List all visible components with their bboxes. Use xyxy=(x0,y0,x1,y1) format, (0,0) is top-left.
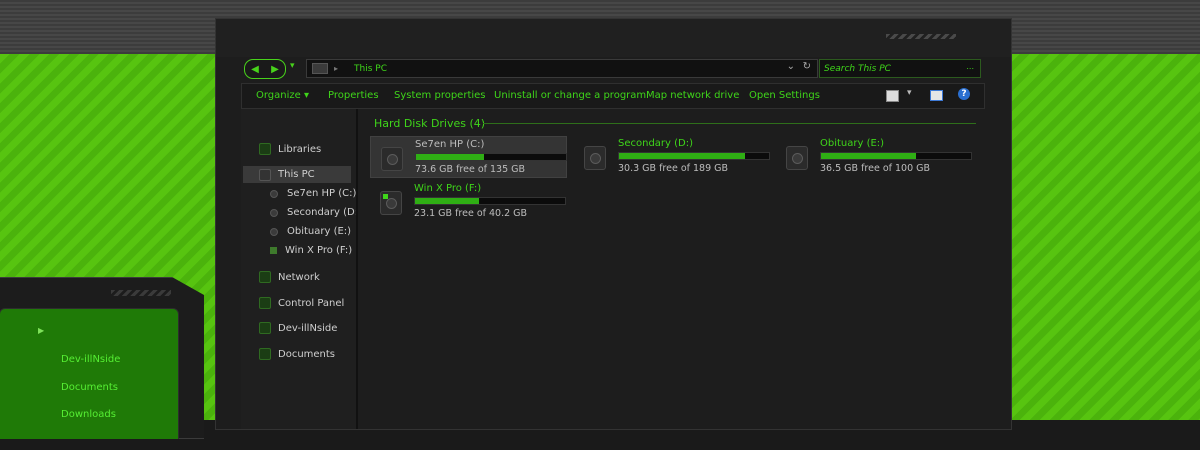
drive-usage-fill xyxy=(619,153,745,159)
preview-pane-icon[interactable] xyxy=(930,90,943,101)
nav-item-drive-d[interactable]: Secondary (D:) xyxy=(270,207,362,218)
command-toolbar: Organize ▾ Properties System properties … xyxy=(241,83,985,109)
chevron-down-icon[interactable]: ⌄ xyxy=(787,61,795,72)
drive-usage-bar xyxy=(414,197,566,205)
nav-item-drive-c[interactable]: Se7en HP (C:) xyxy=(270,188,356,199)
drive-tile-f[interactable] xyxy=(358,109,553,149)
documents-icon xyxy=(259,348,271,360)
nav-item-label: Network xyxy=(278,271,320,283)
address-path[interactable]: This PC xyxy=(354,64,387,74)
computer-icon xyxy=(312,63,328,74)
organize-button[interactable]: Organize ▾ xyxy=(256,90,309,101)
nav-item-label: Documents xyxy=(278,348,336,360)
change-view-icon[interactable] xyxy=(886,90,899,102)
hard-drive-icon xyxy=(786,146,808,170)
network-icon xyxy=(259,271,271,283)
recent-locations-dropdown-icon[interactable]: ▾ xyxy=(290,61,295,71)
hard-drive-icon xyxy=(584,146,606,170)
nav-item-label: Control Panel xyxy=(278,297,345,309)
drive-usage-fill xyxy=(821,153,917,159)
drive-name: Secondary (D:) xyxy=(618,138,694,149)
drive-free-space: 30.3 GB free of 189 GB xyxy=(618,163,729,174)
navigation-pane: Libraries This PC Se7en HP (C:) Secondar… xyxy=(241,109,362,429)
hard-drive-icon xyxy=(270,189,278,198)
drive-usage-bar xyxy=(820,152,972,160)
nav-item-label: Libraries xyxy=(278,143,322,155)
drive-free-space: 36.5 GB free of 100 GB xyxy=(820,163,931,174)
nav-item-control-panel[interactable]: Control Panel xyxy=(259,297,344,309)
system-properties-button[interactable]: System properties xyxy=(394,90,486,101)
title-grip xyxy=(886,34,956,39)
mini-link-documents[interactable]: Documents xyxy=(61,382,118,393)
breadcrumb-separator-icon[interactable]: ▸ xyxy=(334,64,338,73)
expand-arrow-icon[interactable]: ▶ xyxy=(38,326,44,335)
drive-name: Win X Pro (F:) xyxy=(414,183,482,194)
drive-tile-f-body[interactable]: Win X Pro (F:) 23.1 GB free of 40.2 GB xyxy=(370,181,566,221)
content-area: Hard Disk Drives (4) Se7en HP (C:) 73.6 … xyxy=(358,109,988,429)
hard-drive-icon xyxy=(270,227,278,236)
search-placeholder: Search This PC xyxy=(824,63,891,74)
help-icon[interactable]: ? xyxy=(958,88,970,100)
windows-drive-icon xyxy=(380,191,402,215)
search-dots-icon: ... xyxy=(966,62,974,71)
window-grip xyxy=(111,290,171,296)
user-folder-icon xyxy=(259,322,271,334)
group-divider xyxy=(483,123,976,124)
open-settings-button[interactable]: Open Settings xyxy=(749,90,820,101)
search-input[interactable]: Search This PC ... xyxy=(819,59,981,78)
nav-item-label: Win X Pro (F:) xyxy=(285,245,353,256)
nav-item-drive-e[interactable]: Obituary (E:) xyxy=(270,226,351,237)
nav-item-label: Dev-illNside xyxy=(278,322,338,334)
drive-usage-bar xyxy=(618,152,770,160)
uninstall-button[interactable]: Uninstall or change a program xyxy=(494,90,646,101)
windows-logo-icon xyxy=(383,194,388,199)
drive-tile-d[interactable]: Secondary (D:) 30.3 GB free of 189 GB xyxy=(574,136,770,176)
navigation-bar: ◀ ▶ ▾ ▸ This PC ⌄ ↻ Search This PC ... xyxy=(241,57,986,79)
mini-link-downloads[interactable]: Downloads xyxy=(61,409,116,420)
nav-item-user[interactable]: Dev-illNside xyxy=(259,322,337,334)
nav-item-label: Se7en HP (C:) xyxy=(287,188,357,199)
map-network-drive-button[interactable]: Map network drive xyxy=(646,90,739,101)
nav-item-this-pc[interactable]: This PC xyxy=(243,166,351,183)
nav-item-network[interactable]: Network xyxy=(259,271,320,283)
back-arrow-icon[interactable]: ◀ xyxy=(251,64,259,75)
background-window-pane xyxy=(0,308,179,439)
drive-free-space: 73.6 GB free of 135 GB xyxy=(415,164,526,175)
nav-item-drive-f[interactable]: Win X Pro (F:) xyxy=(270,245,352,256)
windows-drive-icon xyxy=(270,247,277,254)
computer-icon xyxy=(259,168,271,181)
view-options-chevron-icon[interactable]: ▾ xyxy=(907,88,912,98)
back-forward-buttons[interactable]: ◀ ▶ xyxy=(244,59,286,79)
hard-drive-icon xyxy=(381,147,403,171)
address-bar[interactable]: ▸ This PC ⌄ ↻ xyxy=(306,59,818,78)
nav-item-label: Secondary (D:) xyxy=(287,207,363,218)
hard-drive-icon xyxy=(270,208,278,217)
nav-item-documents[interactable]: Documents xyxy=(259,348,335,360)
nav-item-label: This PC xyxy=(278,169,315,180)
nav-item-label: Obituary (E:) xyxy=(287,226,352,237)
drive-usage-fill xyxy=(416,154,485,160)
drive-name: Obituary (E:) xyxy=(820,138,885,149)
drive-usage-fill xyxy=(415,198,479,204)
drive-free-space: 23.1 GB free of 40.2 GB xyxy=(414,208,528,219)
forward-arrow-icon[interactable]: ▶ xyxy=(271,64,279,75)
drive-tile-e[interactable]: Obituary (E:) 36.5 GB free of 100 GB xyxy=(776,136,972,176)
explorer-window[interactable]: ◀ ▶ ▾ ▸ This PC ⌄ ↻ Search This PC ... O… xyxy=(215,18,1012,430)
drive-usage-bar xyxy=(415,153,567,161)
refresh-icon[interactable]: ↻ xyxy=(803,61,811,72)
properties-button[interactable]: Properties xyxy=(328,90,379,101)
nav-item-libraries[interactable]: Libraries xyxy=(259,143,321,155)
control-panel-icon xyxy=(259,297,271,309)
mini-link-user[interactable]: Dev-illNside xyxy=(61,354,120,365)
libraries-icon xyxy=(259,143,271,155)
title-bar[interactable] xyxy=(216,19,1011,57)
